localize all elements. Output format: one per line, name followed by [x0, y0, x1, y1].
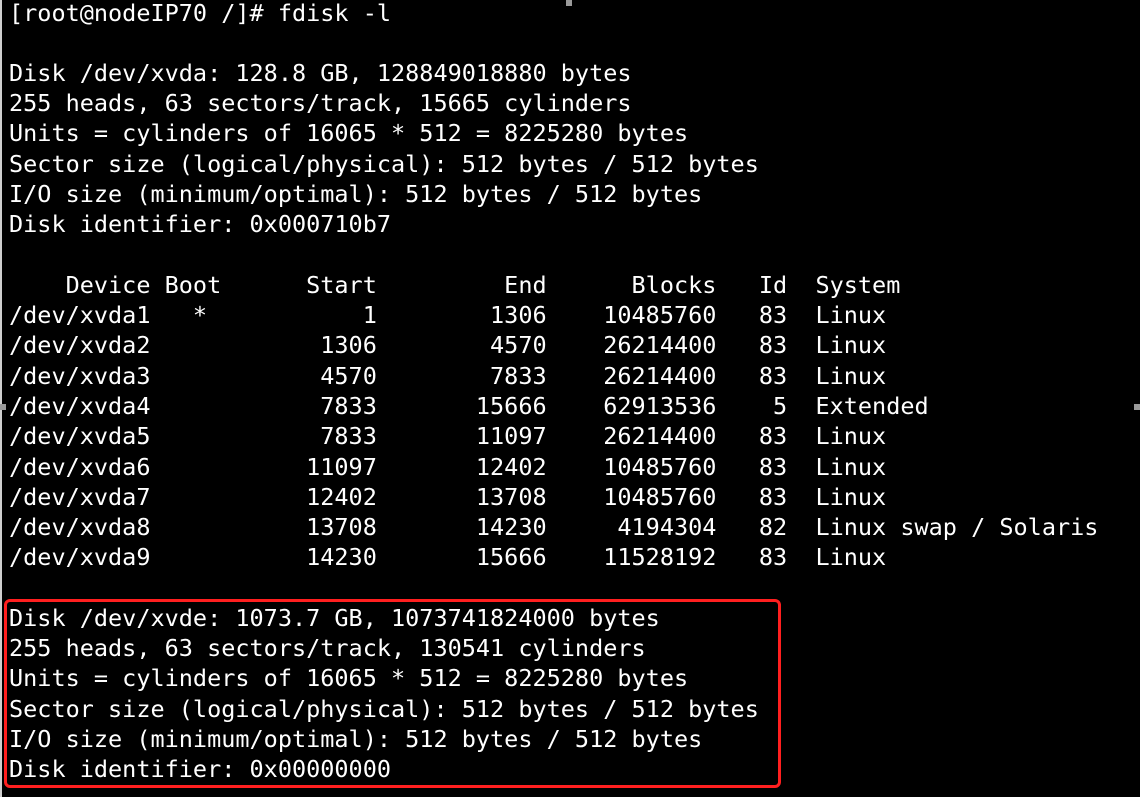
prompt-line: [root@nodeIP70 /]# fdisk -l [9, 0, 392, 27]
partition-row: /dev/xvda1 * 1 1306 10485760 83 Linux [9, 301, 887, 329]
partition-row: /dev/xvda7 12402 13708 10485760 83 Linux [9, 483, 887, 511]
highlight-box [4, 599, 781, 788]
partition-table-header: Device Boot Start End Blocks Id System [9, 271, 901, 299]
partition-row: /dev/xvda4 7833 15666 62913536 5 Extende… [9, 392, 929, 420]
partition-row: /dev/xvda5 7833 11097 26214400 83 Linux [9, 422, 887, 450]
partition-row: /dev/xvda2 1306 4570 26214400 83 Linux [9, 331, 887, 359]
partition-row: /dev/xvda9 14230 15666 11528192 83 Linux [9, 543, 887, 571]
disk-info-line: 255 heads, 63 sectors/track, 15665 cylin… [9, 89, 632, 117]
disk-info-line: I/O size (minimum/optimal): 512 bytes / … [9, 180, 703, 208]
resize-handle-top[interactable] [566, 0, 572, 6]
terminal-window[interactable]: [root@nodeIP70 /]# fdisk -l Disk /dev/xv… [0, 0, 1140, 797]
disk-info-line: Disk /dev/xvda: 128.8 GB, 128849018880 b… [9, 59, 632, 87]
disk-info-line: Disk identifier: 0x000710b7 [9, 210, 392, 238]
disk-info-line: Sector size (logical/physical): 512 byte… [9, 150, 759, 178]
partition-row: /dev/xvda3 4570 7833 26214400 83 Linux [9, 362, 887, 390]
partition-row: /dev/xvda8 13708 14230 4194304 82 Linux … [9, 513, 1099, 541]
resize-handle-right[interactable] [1134, 404, 1140, 410]
resize-handle-left[interactable] [0, 404, 6, 410]
disk-info-line: Units = cylinders of 16065 * 512 = 82252… [9, 119, 689, 147]
partition-row: /dev/xvda6 11097 12402 10485760 83 Linux [9, 453, 887, 481]
